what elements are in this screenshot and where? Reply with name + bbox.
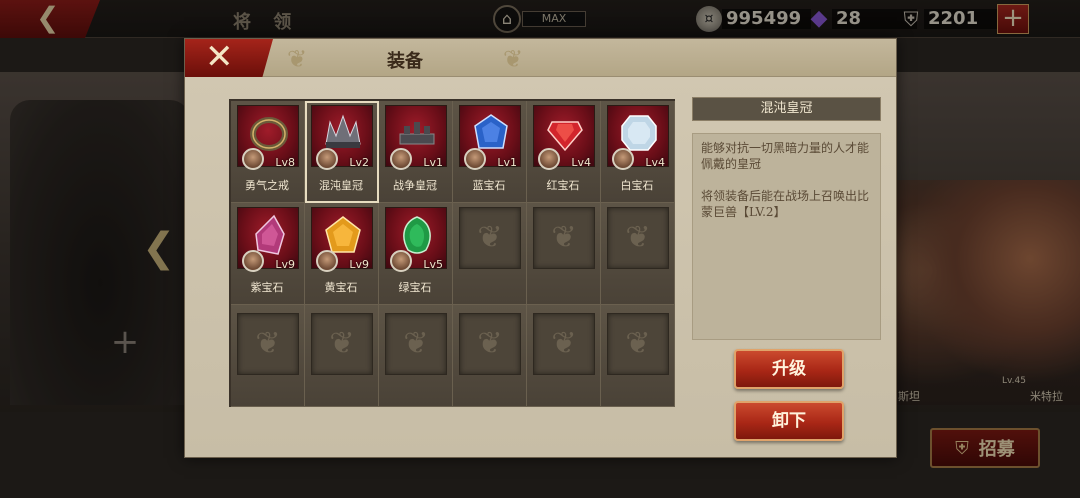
hero-avatar-icon <box>242 148 264 170</box>
item-name: 勇气之戒 <box>245 179 289 192</box>
empty-equipment-slot[interactable]: ❦ <box>601 305 675 407</box>
empty-equipment-slot[interactable]: ❦ <box>527 203 601 305</box>
hero-avatar-icon <box>464 148 486 170</box>
empty-equipment-slot[interactable]: ❦ <box>305 305 379 407</box>
equipment-slot[interactable]: Lv1 战争皇冠 <box>379 101 453 203</box>
item-name: 黄宝石 <box>324 281 358 294</box>
laurel-right-icon: ❦ <box>503 45 524 73</box>
laurel-wreath-icon: ❦ <box>533 207 595 269</box>
close-button[interactable]: ✕ <box>185 39 273 77</box>
laurel-wreath-icon: ❦ <box>311 313 373 375</box>
hero-avatar-icon <box>316 148 338 170</box>
hero-avatar-icon <box>538 148 560 170</box>
hero-avatar-icon <box>242 250 264 272</box>
laurel-wreath-icon: ❦ <box>237 313 299 375</box>
item-name: 绿宝石 <box>398 281 432 294</box>
empty-equipment-slot[interactable]: ❦ <box>601 203 675 305</box>
item-level: Lv9 <box>275 258 295 271</box>
item-description: 能够对抗一切黑暗力量的人才能佩戴的皇冠 <box>701 141 870 171</box>
item-name: 战争皇冠 <box>393 179 437 192</box>
equipment-modal: ❦ 装备 ❦ ✕ Lv8 勇气之戒 Lv2 混沌皇冠 Lv1 战争皇冠 Lv1 … <box>184 38 897 458</box>
item-name: 白宝石 <box>620 179 654 192</box>
item-name: 蓝宝石 <box>472 179 506 192</box>
equipment-grid: Lv8 勇气之戒 Lv2 混沌皇冠 Lv1 战争皇冠 Lv1 蓝宝石 Lv4 红… <box>229 99 675 407</box>
item-frame: Lv9 <box>311 207 373 272</box>
item-name: 红宝石 <box>546 179 580 192</box>
laurel-wreath-icon: ❦ <box>533 313 595 375</box>
item-level: Lv1 <box>497 156 517 169</box>
item-frame: Lv2 <box>311 105 373 170</box>
empty-equipment-slot[interactable]: ❦ <box>453 203 527 305</box>
close-icon: ✕ <box>205 37 234 77</box>
laurel-wreath-icon: ❦ <box>607 207 669 269</box>
item-level: Lv1 <box>423 156 443 169</box>
item-frame: Lv1 <box>459 105 521 170</box>
item-level: Lv4 <box>645 156 665 169</box>
modal-header: ❦ 装备 ❦ <box>185 39 896 77</box>
empty-equipment-slot[interactable]: ❦ <box>379 305 453 407</box>
item-level: Lv2 <box>349 156 369 169</box>
item-frame: Lv4 <box>533 105 595 170</box>
unequip-button[interactable]: 卸下 <box>734 401 844 441</box>
equipment-slot[interactable]: Lv4 红宝石 <box>527 101 601 203</box>
laurel-wreath-icon: ❦ <box>459 207 521 269</box>
empty-equipment-slot[interactable]: ❦ <box>231 305 305 407</box>
equipment-slot[interactable]: Lv4 白宝石 <box>601 101 675 203</box>
empty-equipment-slot[interactable]: ❦ <box>527 305 601 407</box>
item-level: Lv9 <box>349 258 369 271</box>
item-name: 混沌皇冠 <box>319 179 363 192</box>
empty-equipment-slot[interactable]: ❦ <box>453 305 527 407</box>
equipment-slot[interactable]: Lv1 蓝宝石 <box>453 101 527 203</box>
item-frame: Lv4 <box>607 105 669 170</box>
hero-avatar-icon <box>612 148 634 170</box>
equipment-slot[interactable]: Lv9 紫宝石 <box>231 203 305 305</box>
item-level: Lv4 <box>571 156 591 169</box>
item-frame: Lv5 <box>385 207 447 272</box>
item-level: Lv5 <box>423 258 443 271</box>
laurel-wreath-icon: ❦ <box>459 313 521 375</box>
item-detail-title: 混沌皇冠 <box>692 97 881 121</box>
item-name: 紫宝石 <box>250 281 284 294</box>
item-detail-box: 能够对抗一切黑暗力量的人才能佩戴的皇冠 将领装备后能在战场上召唤出比蒙巨兽【LV… <box>692 133 881 340</box>
item-level: Lv8 <box>275 156 295 169</box>
hero-avatar-icon <box>390 148 412 170</box>
hero-avatar-icon <box>390 250 412 272</box>
item-frame: Lv8 <box>237 105 299 170</box>
equipment-slot[interactable]: Lv5 绿宝石 <box>379 203 453 305</box>
item-frame: Lv1 <box>385 105 447 170</box>
equipment-slot[interactable]: Lv2 混沌皇冠 <box>305 101 379 203</box>
equipment-slot[interactable]: Lv8 勇气之戒 <box>231 101 305 203</box>
upgrade-button[interactable]: 升级 <box>734 349 844 389</box>
laurel-wreath-icon: ❦ <box>385 313 447 375</box>
item-effect: 将领装备后能在战场上召唤出比蒙巨兽【LV.2】 <box>701 189 870 219</box>
equipment-slot[interactable]: Lv9 黄宝石 <box>305 203 379 305</box>
hero-avatar-icon <box>316 250 338 272</box>
laurel-wreath-icon: ❦ <box>607 313 669 375</box>
item-frame: Lv9 <box>237 207 299 272</box>
